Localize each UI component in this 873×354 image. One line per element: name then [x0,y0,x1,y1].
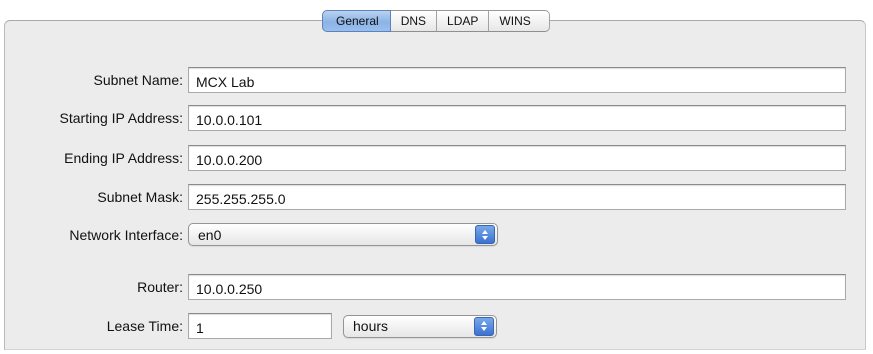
subnet-mask-label: Subnet Mask: [97,189,183,205]
tab-bar: General DNS LDAP WINS [322,10,550,32]
router-row: Router: 10.0.0.250 [0,274,846,300]
subnet-name-label: Subnet Name: [93,72,184,88]
tab-ldap[interactable]: LDAP [437,10,490,32]
ending-ip-field[interactable]: 10.0.0.200 [188,145,846,171]
subnet-mask-field[interactable]: 255.255.255.0 [188,184,846,210]
lease-time-unit-popup[interactable]: hours [343,314,497,338]
lease-time-row: Lease Time: 1 hours [0,313,497,339]
tab-wins[interactable]: WINS [489,10,550,32]
network-interface-value: en0 [198,226,222,243]
ending-ip-label: Ending IP Address: [64,150,183,166]
router-label: Router: [137,279,183,295]
starting-ip-field[interactable]: 10.0.0.101 [188,105,846,131]
network-interface-label: Network Interface: [69,226,183,243]
tab-general[interactable]: General [322,10,391,32]
subnet-name-field[interactable]: MCX Lab [188,67,846,93]
lease-time-unit-value: hours [353,318,389,334]
network-interface-popup[interactable]: en0 [188,223,498,246]
lease-time-label: Lease Time: [106,318,183,334]
subnet-name-row: Subnet Name: MCX Lab [0,67,846,93]
dhcp-subnet-settings-panel: General DNS LDAP WINS Subnet Name: MCX L… [0,0,873,354]
ending-ip-row: Ending IP Address: 10.0.0.200 [0,145,846,171]
network-interface-row: Network Interface: en0 [0,223,498,246]
popup-arrows-icon [474,316,494,336]
tab-dns[interactable]: DNS [390,10,438,32]
router-field[interactable]: 10.0.0.250 [188,274,846,300]
starting-ip-label: Starting IP Address: [59,110,183,126]
popup-arrows-icon [475,225,495,244]
lease-time-field[interactable]: 1 [188,313,332,339]
starting-ip-row: Starting IP Address: 10.0.0.101 [0,105,846,131]
subnet-mask-row: Subnet Mask: 255.255.255.0 [0,184,846,210]
